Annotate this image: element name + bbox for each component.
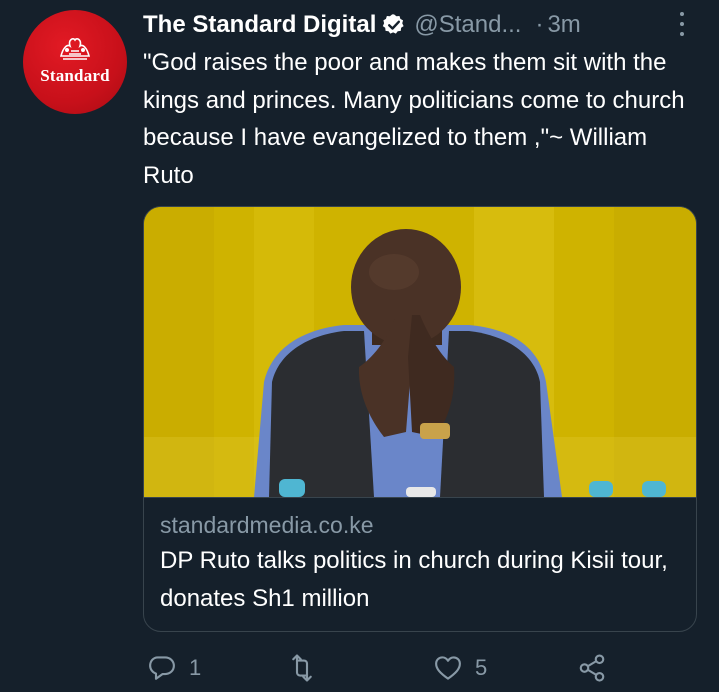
more-dot — [680, 12, 684, 16]
more-icon[interactable] — [670, 10, 694, 38]
card-text[interactable]: standardmedia.co.ke DP Ruto talks politi… — [144, 497, 696, 631]
more-dot — [680, 32, 684, 36]
reply-button[interactable]: 1 — [147, 650, 201, 686]
share-icon — [579, 654, 605, 682]
timestamp[interactable]: 3m — [547, 11, 580, 39]
separator-dot: · — [535, 11, 544, 38]
retweet-icon — [292, 654, 312, 682]
handle[interactable]: @Stand... — [414, 11, 521, 39]
reply-count: 1 — [189, 655, 202, 680]
card-image[interactable] — [144, 207, 696, 497]
like-count: 5 — [475, 655, 488, 680]
card-title: DP Ruto talks politics in church during … — [160, 547, 668, 612]
more-dot — [680, 22, 684, 26]
card-domain: standardmedia.co.ke — [160, 512, 374, 538]
tweet-header: The Standard Digital @Stand... · 3m — [143, 8, 581, 42]
share-button[interactable] — [577, 650, 607, 686]
tweet-text: "God raises the poor and makes them sit … — [143, 49, 685, 189]
retweet-button[interactable] — [287, 650, 329, 686]
link-card[interactable]: standardmedia.co.ke DP Ruto talks politi… — [143, 206, 697, 632]
like-button[interactable]: 5 — [433, 650, 487, 686]
avatar-text: Standard — [40, 66, 110, 85]
standard-crest-logo — [59, 38, 91, 60]
card-photo — [144, 207, 696, 497]
display-name[interactable]: The Standard Digital — [143, 11, 376, 39]
avatar[interactable]: Standard — [23, 10, 127, 114]
action-bar: 1 5 — [143, 650, 623, 686]
reply-icon — [149, 656, 175, 680]
verified-badge-icon — [383, 14, 404, 34]
heart-icon — [435, 656, 461, 680]
tweet[interactable]: Standard The Standard Digital @Stand... … — [0, 0, 719, 692]
